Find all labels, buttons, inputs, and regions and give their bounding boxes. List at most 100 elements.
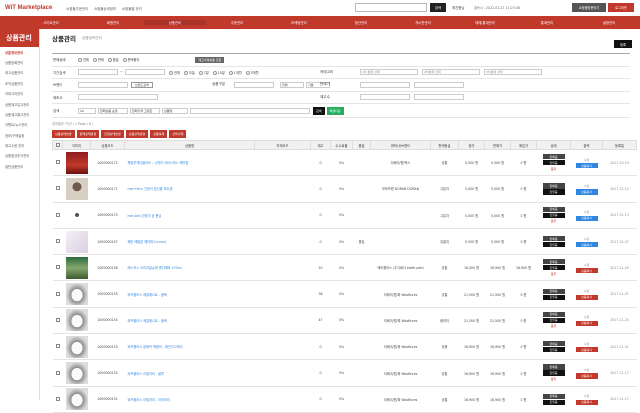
copy-product-button[interactable]: 상품복사: [576, 295, 598, 300]
copy-product-button[interactable]: 상품복사: [576, 268, 598, 273]
table-row[interactable]: 1000000153와프플러스 잡화커 복합아 - 레인지그레이00%더쎄이/원…: [53, 334, 637, 360]
copy-product-button[interactable]: 상품복사: [576, 400, 598, 405]
sidebar-item[interactable]: 카테고리관리: [0, 89, 39, 99]
product-name-link[interactable]: 와프플러스 잡화커 복합아 - 레인지그레이: [125, 334, 255, 360]
page-size-select[interactable]: 10: [78, 108, 96, 114]
nav-item-products[interactable]: 상품관리: [144, 20, 206, 25]
table-row[interactable]: 1000000170mer-bell-간장이 굳 윈닝00%고분자5,000 원…: [53, 202, 637, 228]
sidebar-item[interactable]: 일반상품관리: [0, 161, 39, 171]
sort-select[interactable]: 판매상품 순정: [98, 108, 128, 114]
sidebar-item[interactable]: 재고상품관리: [0, 68, 39, 78]
sidebar-item[interactable]: 이벤트/뉴스관리: [0, 120, 39, 130]
product-name-link[interactable]: 메스커스 오리지널슈퍼 펜디예라 470ml: [125, 255, 255, 281]
nav-item[interactable]: 회원관리: [82, 20, 144, 25]
product-thumbnail[interactable]: [66, 257, 88, 279]
type-select-1[interactable]: 전체: [280, 82, 304, 88]
row-checkbox-cell[interactable]: [53, 360, 63, 386]
stock-to-input[interactable]: [414, 94, 464, 100]
bulk-button[interactable]: 판매상태변경: [77, 130, 100, 138]
date-to-input[interactable]: [125, 69, 165, 75]
period-option[interactable]: 전체: [169, 70, 180, 75]
product-thumbnail[interactable]: [66, 309, 88, 331]
edit-link[interactable]: 수정: [576, 262, 598, 267]
row-checkbox-cell[interactable]: [53, 281, 63, 307]
product-thumbnail[interactable]: [66, 362, 88, 384]
sidebar-item[interactable]: 상품등록관리: [0, 57, 39, 67]
select-all-checkbox[interactable]: [53, 141, 63, 150]
sidebar-item[interactable]: 상품재고입고관리: [0, 99, 39, 109]
edit-link[interactable]: 수정: [576, 367, 598, 372]
edit-link[interactable]: 수정: [576, 183, 598, 188]
sidebar-item[interactable]: 정보/구매설정: [0, 130, 39, 140]
category-select-2[interactable]: 2차분류 선택: [422, 69, 480, 75]
product-thumbnail[interactable]: [66, 231, 88, 253]
period-option[interactable]: 오늘: [184, 70, 195, 75]
maker-input[interactable]: [78, 94, 158, 100]
radio-option[interactable]: 전체: [78, 57, 89, 62]
table-row[interactable]: 1000000171mer+feur 간장이 당신을 모두겠00%모모프랜 DO…: [53, 176, 637, 202]
bulk-button[interactable]: 선택삭제: [169, 130, 186, 138]
period-option[interactable]: 3개월: [246, 70, 259, 75]
product-thumbnail[interactable]: [66, 336, 88, 358]
nav-item[interactable]: 통계관리: [516, 20, 578, 25]
product-thumbnail[interactable]: [66, 204, 88, 226]
product-name-link[interactable]: 와프플러스 아필자리 - 블루: [125, 360, 255, 386]
product-thumbnail[interactable]: [66, 178, 88, 200]
brand-input[interactable]: [78, 82, 128, 88]
period-option[interactable]: 15일: [213, 70, 225, 75]
radio-option[interactable]: 품절: [108, 57, 119, 62]
bulk-button[interactable]: 상품복제: [150, 130, 167, 138]
price-sort-select[interactable]: 판매가격 고정값: [130, 108, 160, 114]
period-option[interactable]: 1개월: [229, 70, 242, 75]
register-button[interactable]: 등록: [614, 40, 632, 48]
sidebar-item[interactable]: 상품정보관리: [0, 47, 39, 57]
edit-link[interactable]: 수정: [576, 341, 598, 346]
copy-product-button[interactable]: 상품복사: [576, 216, 598, 221]
radio-option[interactable]: 판매중지: [123, 57, 140, 62]
nav-item[interactable]: 정산관리: [330, 20, 392, 25]
sidebar-item[interactable]: 조직상품관리: [0, 78, 39, 88]
product-name-link[interactable]: 웰컴투게더클라쓰 - 시월의 크리스마스 헤어컬: [125, 150, 255, 176]
edit-link[interactable]: 수정: [576, 236, 598, 241]
top-link[interactable]: 쇼핑몰주문관리: [66, 6, 88, 11]
product-name-link[interactable]: 와프플러스 제일메니트 - 블랙: [125, 307, 255, 333]
logo[interactable]: WiT Marketplace: [5, 5, 52, 11]
product-name-link[interactable]: 와프플러스 아필자리 - 아이보리: [125, 386, 255, 412]
bulk-button[interactable]: 상품상태변경: [52, 130, 75, 138]
sidebar-item[interactable]: 재고수량 관리: [0, 140, 39, 150]
period-option[interactable]: 7일: [199, 70, 209, 75]
search-input[interactable]: [355, 3, 427, 12]
keyword-input[interactable]: [190, 108, 310, 114]
bulk-button[interactable]: 진열상태변경: [101, 130, 124, 138]
copy-product-button[interactable]: 상품복사: [576, 242, 598, 247]
price-from-input[interactable]: [360, 82, 410, 88]
category-select-1[interactable]: 1차 분류 선택: [360, 69, 418, 75]
radio-option[interactable]: 판매: [93, 57, 104, 62]
bulk-button[interactable]: 상품상태변경: [126, 130, 149, 138]
filter-search-button[interactable]: 검색: [313, 107, 325, 115]
search-button[interactable]: 검색: [430, 3, 446, 12]
type-input[interactable]: [234, 82, 274, 88]
copy-product-button[interactable]: 상품복사: [576, 373, 598, 378]
nav-item[interactable]: 사이트관리: [20, 20, 82, 25]
nav-item[interactable]: 설정관리: [578, 20, 640, 25]
nav-item[interactable]: 마케팅관리: [268, 20, 330, 25]
top-link[interactable]: 쇼핑몰상세정보: [94, 6, 116, 11]
row-checkbox-cell[interactable]: [53, 334, 63, 360]
product-thumbnail[interactable]: [66, 152, 88, 174]
product-name-link[interactable]: 패턴 메탈론 헤어피스(color): [125, 228, 255, 254]
product-name-link[interactable]: mer-bell-간장이 굳 윈닝: [125, 202, 255, 228]
edit-link[interactable]: 수정: [576, 210, 598, 215]
category-select-3[interactable]: 3차분류 선택: [484, 69, 542, 75]
copy-product-button[interactable]: 상품복사: [576, 321, 598, 326]
sidebar-item[interactable]: 상품옵션추가관리: [0, 151, 39, 161]
sidebar-item[interactable]: 상품재고출고관리: [0, 109, 39, 119]
include-deleted-button[interactable]: 재고삭제상품 포함: [195, 57, 224, 63]
product-thumbnail[interactable]: [66, 283, 88, 305]
top-link[interactable]: 쇼핑몰별 관리: [122, 6, 142, 11]
copy-product-button[interactable]: 상품복사: [576, 347, 598, 352]
copy-product-button[interactable]: 상품복사: [576, 189, 598, 194]
row-checkbox-cell[interactable]: [53, 228, 63, 254]
edit-link[interactable]: 수정: [576, 157, 598, 162]
nav-item[interactable]: 매체/통계관리: [454, 20, 516, 25]
